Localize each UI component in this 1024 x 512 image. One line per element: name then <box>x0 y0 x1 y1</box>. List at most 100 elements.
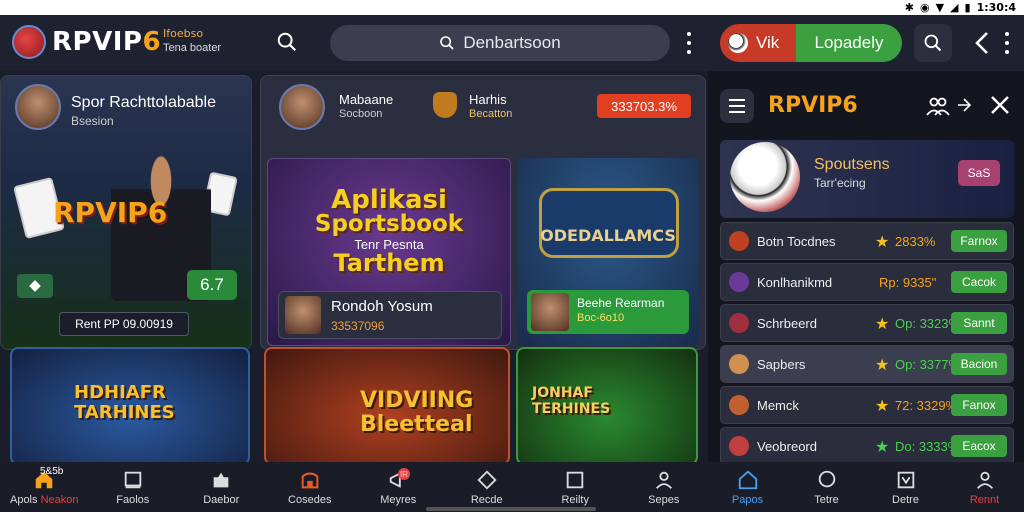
list-item[interactable]: Sapbers ★ Op: 3377% Bacion <box>720 345 1014 383</box>
more-menu-icon[interactable] <box>1005 32 1011 54</box>
logo-text[interactable]: RPVIP6 <box>52 27 161 57</box>
alarm-icon: ◉ <box>919 1 930 14</box>
list-item[interactable]: Konlhanikmd Rp: 9335" Cacok <box>720 263 1014 301</box>
side-panel-topbar: Vik Lopadely <box>708 15 1024 71</box>
search-input[interactable]: Denbartsoon <box>330 25 670 61</box>
panel-search-button[interactable] <box>914 24 952 62</box>
close-icon[interactable] <box>988 93 1012 117</box>
hero-title: Spor Rachttolabable <box>71 94 216 111</box>
signal-icon: ◢ <box>950 1 959 14</box>
nav-item-home[interactable]: 5&5b Apols Neakon <box>0 462 89 512</box>
nav-item-4[interactable]: Cosedes <box>266 462 355 512</box>
window-icon <box>567 471 584 488</box>
nav-item-3[interactable]: Daebor <box>177 462 266 512</box>
nav-item-5[interactable]: IR Meyres <box>354 462 443 512</box>
highlight-title: Harhis <box>469 92 507 107</box>
nav-label: Sepes <box>648 493 680 506</box>
user-sub: Socboon <box>339 108 383 120</box>
search-icon[interactable] <box>276 31 298 53</box>
nav-label: Faolos <box>116 493 150 506</box>
row-action-button[interactable]: Cacok <box>951 271 1007 293</box>
nav-item-profile[interactable]: Rennt <box>945 462 1024 512</box>
nav-item-2[interactable]: Tetre <box>787 462 866 512</box>
logo-subtitle: Ifoebso <box>163 27 204 40</box>
search-icon <box>924 34 942 52</box>
lopad-button[interactable]: Lopadely <box>796 24 902 62</box>
team-icon <box>729 354 749 374</box>
promo-card-sportsbook[interactable]: Aplikasi Sportsbook Tenr Pesnta Tarthem … <box>267 158 511 346</box>
promo-player-box[interactable]: Beehe Rearman Boc-6o10 <box>527 290 689 334</box>
side-bottom-nav: Papos Tetre Detre Rennt <box>708 462 1024 512</box>
monitor-icon <box>124 471 141 488</box>
promo-heading-3: Tarthem <box>333 249 445 277</box>
nav-label: Daebor <box>203 493 240 506</box>
row-action-button[interactable]: Eacox <box>951 435 1007 457</box>
balance-pill[interactable]: 333703.3% <box>597 94 691 118</box>
logo-badge-icon[interactable] <box>12 25 46 59</box>
soccer-ball-icon <box>728 33 748 53</box>
side-panel-hero[interactable]: Spoutsens Tarr'ecing SaS <box>720 140 1014 218</box>
nav-item-7[interactable]: Reilty <box>531 462 620 512</box>
star-icon: ★ <box>875 357 890 374</box>
more-menu-icon[interactable] <box>686 32 692 54</box>
row-action-button[interactable]: Bacion <box>951 353 1007 375</box>
nav-item-profile[interactable]: Sepes <box>620 462 709 512</box>
player-avatar <box>15 84 61 130</box>
player-stat: Boc-6o10 <box>577 312 625 324</box>
nav-label: Rennt <box>969 493 1000 506</box>
featured-hero-card[interactable]: Spor Rachttolabable Bsesion RPVIP6 6.7 R… <box>0 75 252 350</box>
side-hero-badge[interactable]: SaS <box>958 160 1000 186</box>
side-hero-sub: Tarr'ecing <box>814 176 866 190</box>
game-card-1[interactable]: HDHIAFR TARHINES <box>10 347 250 465</box>
top-bar: RPVIP6 Ifoebso Tena boater Denbartsoon <box>0 15 708 71</box>
promo-card-games[interactable]: ODEDALLAMCS Beehe Rearman Boc-6o10 <box>517 158 699 346</box>
list-item[interactable]: Schrbeerd ★ Op: 3323% Sannt <box>720 304 1014 342</box>
nav-item-2[interactable]: Faolos <box>89 462 178 512</box>
search-text: Denbartsoon <box>463 33 561 52</box>
gift-icon <box>213 472 229 487</box>
odds-badge[interactable]: 6.7 <box>187 270 237 300</box>
nav-label: Meyres <box>380 493 417 506</box>
games-logo <box>539 188 679 258</box>
team-icon <box>729 436 749 456</box>
game-card-3[interactable]: JONHAF TERHINES <box>516 347 698 465</box>
hero-subtitle: Bsesion <box>71 114 114 128</box>
hamburger-menu-icon[interactable] <box>720 89 754 123</box>
status-bar: ✱ ◉ ▼ ◢ ▮ 1:30:4 <box>0 0 1024 15</box>
player-name: Rondoh Yosum <box>331 298 433 315</box>
row-action-button[interactable]: Farnox <box>951 230 1007 252</box>
promo-player-box[interactable]: Rondoh Yosum 33537096 <box>278 291 502 339</box>
list-item[interactable]: Veobreord ★ Do: 3333% Eacox <box>720 427 1014 465</box>
chevron-left-icon[interactable] <box>970 29 994 57</box>
side-panel: Vik Lopadely RPVIP6 Spoutsens Tarr'ecing… <box>708 15 1024 512</box>
chat-icon <box>818 470 835 487</box>
player-avatar <box>531 293 569 331</box>
logo-subtitle-2: Tena boater <box>163 42 222 54</box>
chip-icon[interactable] <box>17 274 53 298</box>
people-icon[interactable] <box>926 95 950 117</box>
pin-icon[interactable] <box>956 97 972 113</box>
vik-button[interactable]: Vik <box>720 24 798 62</box>
hero-brand-text: RPVIP6 <box>53 196 168 229</box>
trophy-icon <box>433 92 457 118</box>
team-icon <box>729 231 749 251</box>
nav-item-6[interactable]: Recde <box>443 462 532 512</box>
check-box-icon <box>897 471 914 488</box>
nav-item-3[interactable]: Detre <box>866 462 945 512</box>
row-action-button[interactable]: Fanox <box>951 394 1007 416</box>
game-card-title: JONHAF TERHINES <box>532 385 611 417</box>
game-card-2[interactable]: VIDVIING Bleetteal <box>264 347 510 465</box>
star-icon: ★ <box>875 439 890 456</box>
bluetooth-icon: ✱ <box>904 1 914 14</box>
row-action-button[interactable]: Sannt <box>951 312 1007 334</box>
nav-label: Recde <box>470 493 503 506</box>
gesture-bar[interactable] <box>426 507 596 511</box>
nav-label: Cosedes <box>288 493 332 506</box>
list-item[interactable]: Botn Tocdnes ★ 2833% Farnox <box>720 222 1014 260</box>
nav-label: Papos <box>731 493 764 506</box>
sportsbook-panel: Mabaane Socboon Harhis Becatton 333703.3… <box>260 75 706 350</box>
promo-heading-2: Sportsbook <box>314 211 464 237</box>
user-avatar[interactable] <box>279 84 325 130</box>
nav-item-home[interactable]: Papos <box>708 462 787 512</box>
list-item[interactable]: Memck ★ 72: 3329% Fanox <box>720 386 1014 424</box>
